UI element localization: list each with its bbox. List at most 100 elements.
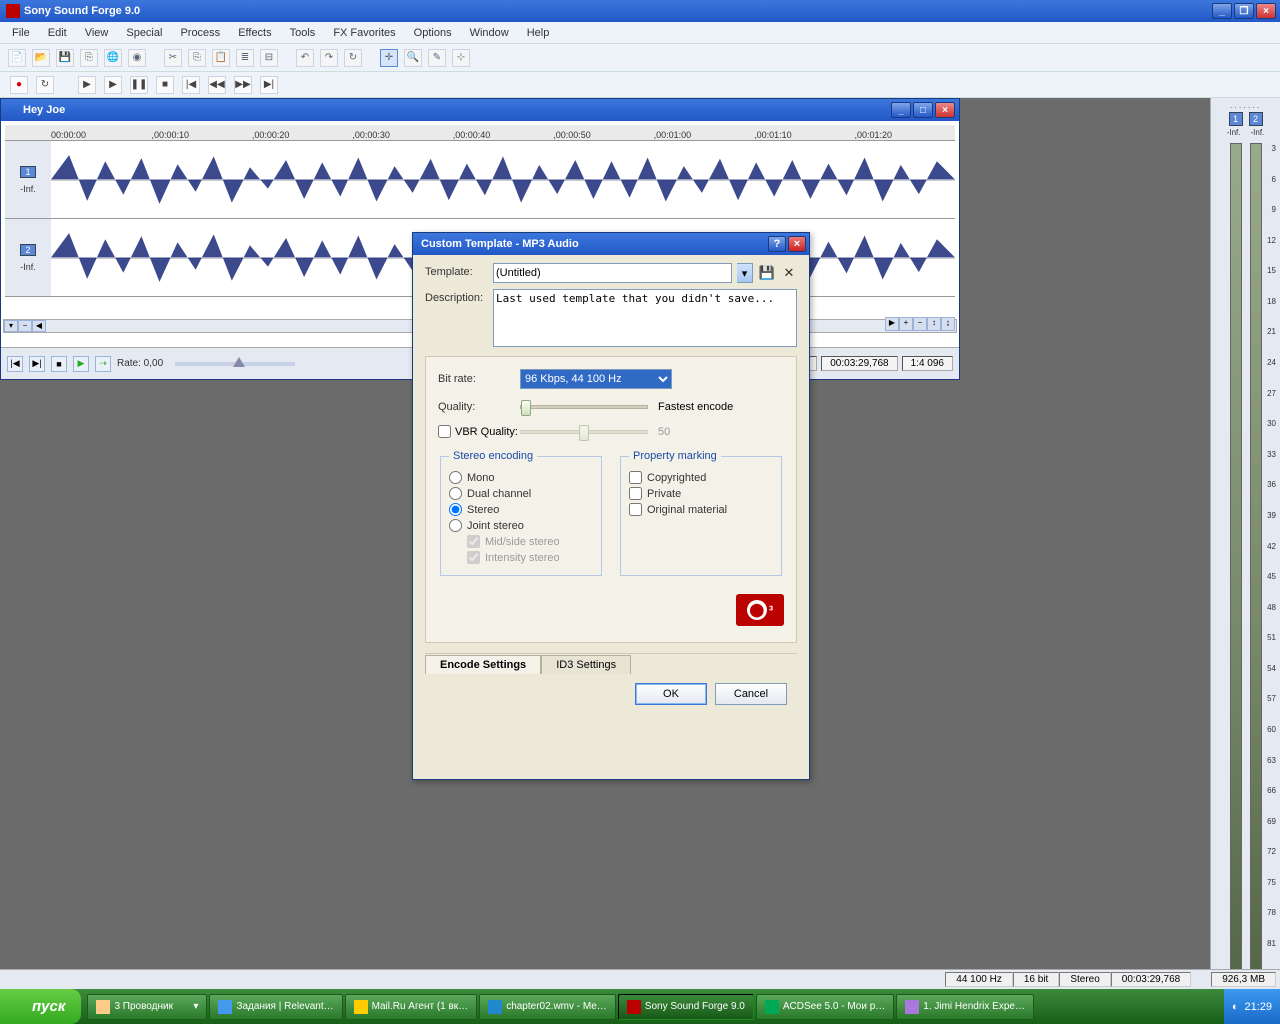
dialog-help-icon[interactable]: ? (768, 236, 786, 252)
radio-dual[interactable]: Dual channel (449, 487, 593, 500)
zoom-out-level-icon[interactable]: ↨ (941, 317, 955, 331)
pause-icon[interactable]: ❚❚ (130, 76, 148, 94)
taskbar-item[interactable]: Задания | Relevant… (209, 994, 342, 1020)
menu-help[interactable]: Help (519, 25, 558, 41)
taskbar-item[interactable]: Mail.Ru Агент (1 вк… (345, 994, 478, 1020)
dialog-titlebar[interactable]: Custom Template - MP3 Audio ? × (413, 233, 809, 255)
trim-icon[interactable]: ⊟ (260, 49, 278, 67)
cd-icon[interactable]: ◉ (128, 49, 146, 67)
copy-icon[interactable]: ⎘ (188, 49, 206, 67)
undo-icon[interactable]: ↶ (296, 49, 314, 67)
doc-length[interactable]: 00:03:29,768 (821, 356, 897, 371)
menu-effects[interactable]: Effects (230, 25, 279, 41)
template-combo[interactable] (493, 263, 732, 283)
status-channels[interactable]: Stereo (1059, 972, 1110, 987)
tool-event-icon[interactable]: ⊹ (452, 49, 470, 67)
tray-icon[interactable]: ◐ (1232, 1001, 1239, 1013)
zoom-in-level-icon[interactable]: ↕ (927, 317, 941, 331)
open-icon[interactable]: 📂 (32, 49, 50, 67)
menu-tools[interactable]: Tools (282, 25, 324, 41)
goto-start-icon[interactable]: |◀ (182, 76, 200, 94)
doc-maximize-button[interactable]: □ (913, 102, 933, 118)
check-copyrighted[interactable]: Copyrighted (629, 471, 773, 484)
zoom-in-time-icon[interactable]: + (899, 317, 913, 331)
cut-icon[interactable]: ✂ (164, 49, 182, 67)
doc-zoom[interactable]: 1:4 096 (902, 356, 953, 371)
menu-fxfav[interactable]: FX Favorites (325, 25, 403, 41)
play-icon[interactable]: ▶ (78, 76, 96, 94)
doc-minimize-button[interactable]: _ (891, 102, 911, 118)
goto-end-icon[interactable]: ▶| (260, 76, 278, 94)
vbr-checkbox-row[interactable]: VBR Quality: (438, 425, 520, 438)
menu-window[interactable]: Window (462, 25, 517, 41)
taskbar-item-active[interactable]: Sony Sound Forge 9.0 (618, 994, 754, 1020)
web-icon[interactable]: 🌐 (104, 49, 122, 67)
quality-slider[interactable] (520, 405, 648, 409)
scroll-menu-icon[interactable]: ▾ (4, 320, 18, 332)
menu-process[interactable]: Process (172, 25, 228, 41)
radio-mono[interactable]: Mono (449, 471, 593, 484)
taskbar-item[interactable]: 1. Jimi Hendrix Expe… (896, 994, 1034, 1020)
forward-icon[interactable]: ▶▶ (234, 76, 252, 94)
tool-magnify-icon[interactable]: 🔍 (404, 49, 422, 67)
scroll-left-arrow-icon[interactable]: ◀ (32, 320, 46, 332)
close-button[interactable]: × (1256, 3, 1276, 19)
vu-channel-1[interactable]: 1 (1229, 112, 1243, 126)
template-delete-icon[interactable]: ✕ (781, 265, 797, 281)
tool-pencil-icon[interactable]: ✎ (428, 49, 446, 67)
loop-icon[interactable]: ↻ (36, 76, 54, 94)
vu-channel-2[interactable]: 2 (1249, 112, 1263, 126)
doc-goto-start-icon[interactable]: |◀ (7, 356, 23, 372)
status-sample-rate[interactable]: 44 100 Hz (945, 972, 1013, 987)
doc-scrub-icon[interactable]: ⇢ (95, 356, 111, 372)
taskbar-item[interactable]: chapter02.wmv - Me… (479, 994, 616, 1020)
rewind-icon[interactable]: ◀◀ (208, 76, 226, 94)
save-icon[interactable]: 💾 (56, 49, 74, 67)
check-original[interactable]: Original material (629, 503, 773, 516)
time-ruler[interactable]: 00:00:00 ,00:00:10 ,00:00:20 ,00:00:30 ,… (5, 125, 955, 141)
vu-grip[interactable]: ∙∙∙∙∙∙∙ (1230, 102, 1262, 112)
scroll-right-arrow-icon[interactable]: ▶ (885, 317, 899, 331)
doc-goto-end-icon[interactable]: ▶| (29, 356, 45, 372)
status-memory[interactable]: 926,3 MB (1211, 972, 1276, 987)
playall-icon[interactable]: ▶ (104, 76, 122, 94)
dialog-close-icon[interactable]: × (788, 236, 806, 252)
description-field[interactable]: Last used template that you didn't save.… (493, 289, 797, 347)
check-private[interactable]: Private (629, 487, 773, 500)
redo-icon[interactable]: ↷ (320, 49, 338, 67)
doc-titlebar[interactable]: Hey Joe _ □ × (1, 99, 959, 121)
menu-options[interactable]: Options (406, 25, 460, 41)
zoom-out-time-icon[interactable]: − (913, 317, 927, 331)
taskbar-item[interactable]: ACDSee 5.0 - Мои р… (756, 994, 894, 1020)
channel-1[interactable]: 1 -Inf. (5, 141, 955, 219)
cancel-button[interactable]: Cancel (715, 683, 787, 705)
rate-slider[interactable] (175, 362, 295, 366)
template-dropdown-icon[interactable]: ▾ (737, 263, 753, 283)
record-icon[interactable]: ● (10, 76, 28, 94)
tray-clock[interactable]: 21:29 (1244, 1001, 1272, 1013)
stop-icon[interactable]: ■ (156, 76, 174, 94)
minimize-button[interactable]: _ (1212, 3, 1232, 19)
repeat-icon[interactable]: ↻ (344, 49, 362, 67)
status-bit-depth[interactable]: 16 bit (1013, 972, 1059, 987)
taskbar-item[interactable]: 3 Проводник▾ (87, 994, 207, 1020)
tab-id3-settings[interactable]: ID3 Settings (541, 655, 631, 674)
tab-encode-settings[interactable]: Encode Settings (425, 655, 541, 674)
waveform-1[interactable] (51, 141, 955, 218)
status-length[interactable]: 00:03:29,768 (1111, 972, 1191, 987)
mix-icon[interactable]: ≣ (236, 49, 254, 67)
paste-icon[interactable]: 📋 (212, 49, 230, 67)
radio-joint[interactable]: Joint stereo (449, 519, 593, 532)
tool-edit-icon[interactable]: ✛ (380, 49, 398, 67)
saveall-icon[interactable]: ⎘ (80, 49, 98, 67)
doc-close-button[interactable]: × (935, 102, 955, 118)
bitrate-combo[interactable]: 96 Kbps, 44 100 Hz (520, 369, 672, 389)
scroll-left-icon[interactable]: − (18, 320, 32, 332)
doc-play-icon[interactable]: ▶ (73, 356, 89, 372)
radio-stereo[interactable]: Stereo (449, 503, 593, 516)
start-button[interactable]: пуск (0, 989, 81, 1024)
menu-view[interactable]: View (77, 25, 117, 41)
vbr-checkbox[interactable] (438, 425, 451, 438)
menu-special[interactable]: Special (118, 25, 170, 41)
restore-button[interactable]: ❐ (1234, 3, 1254, 19)
